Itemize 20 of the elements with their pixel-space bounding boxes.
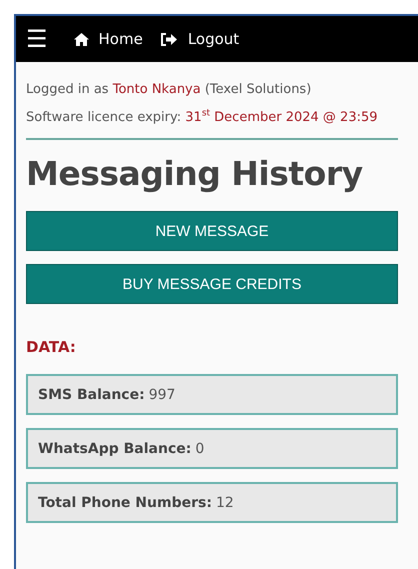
logout-link[interactable]: Logout (160, 30, 240, 48)
stat-label: Total Phone Numbers: (38, 494, 212, 510)
stat-value: 997 (148, 386, 176, 402)
action-button[interactable]: BUY MESSAGE CREDITS (26, 264, 398, 304)
organization-name: (Texel Solutions) (204, 82, 312, 97)
action-button[interactable]: NEW MESSAGE (26, 211, 398, 251)
licence-expiry: 31$^{st}$ December 2024 @ 23:59 (185, 110, 378, 125)
stat-label: WhatsApp Balance: (38, 440, 192, 456)
stat-label: SMS Balance: (38, 386, 145, 402)
user-name: Tonto Nkanya (112, 82, 201, 97)
page-title: Messaging History (26, 154, 364, 193)
home-link[interactable]: Home (74, 30, 143, 48)
stat-value: 0 (195, 440, 204, 456)
stat-value: 12 (216, 494, 234, 510)
logout-icon (160, 32, 178, 46)
home-icon (74, 32, 89, 46)
licence-label: Software licence expiry: (26, 110, 182, 125)
menu-button[interactable]: ☰ (26, 27, 48, 51)
data-heading: DATA: (26, 338, 77, 356)
login-prefix: Logged in as (26, 82, 109, 97)
